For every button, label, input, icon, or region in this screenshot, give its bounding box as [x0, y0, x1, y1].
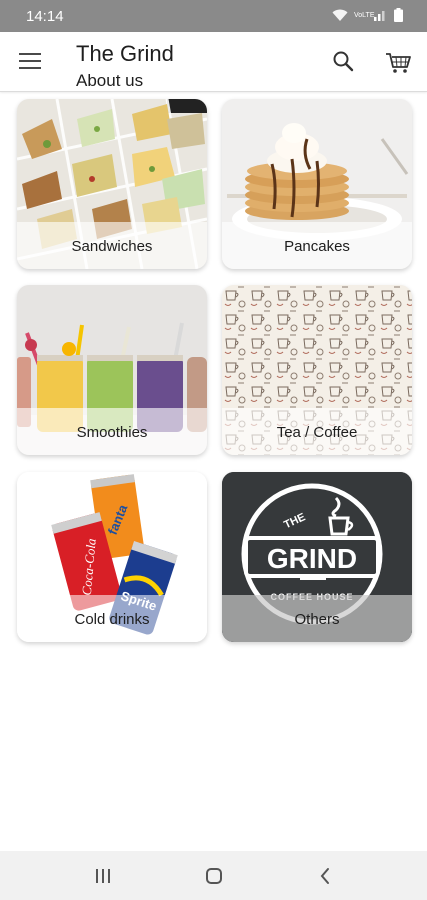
status-time: 14:14 [26, 8, 64, 25]
cart-icon [386, 53, 411, 73]
home-button[interactable] [200, 863, 228, 889]
category-card-cold-drinks[interactable]: fanta Coca-Cola Sprite Cold drinks [17, 472, 207, 642]
cart-button[interactable] [383, 47, 413, 77]
hamburger-menu-icon [19, 53, 41, 69]
category-label: Tea / Coffee [276, 424, 358, 441]
recent-apps-icon [96, 869, 110, 883]
about-us-link[interactable]: About us [76, 71, 143, 91]
search-button[interactable] [330, 48, 358, 76]
recent-apps-button[interactable] [89, 863, 117, 889]
system-nav-bar [0, 851, 427, 900]
category-card-pancakes[interactable]: Pancakes [222, 99, 412, 269]
home-icon [206, 868, 222, 884]
category-label: Sandwiches [71, 238, 153, 255]
status-bar: 14:14 VoLTE [0, 0, 427, 32]
app-bar: The Grind About us [0, 32, 427, 92]
category-card-sandwiches[interactable]: Sandwiches [17, 99, 207, 269]
category-card-smoothies[interactable]: Smoothies [17, 285, 207, 455]
signal-icon [374, 11, 385, 21]
logo-main-text: GRIND [267, 543, 357, 574]
app-title: The Grind [76, 41, 174, 66]
signal-label: VoLTE [354, 11, 375, 19]
category-label: Others [294, 611, 340, 628]
wifi-icon [332, 9, 348, 21]
category-label: Cold drinks [74, 611, 150, 628]
category-label: Smoothies [76, 424, 148, 441]
back-button[interactable] [311, 863, 339, 889]
category-card-tea-coffee[interactable]: Tea / Coffee [222, 285, 412, 455]
back-icon [320, 868, 329, 884]
status-icons: VoLTE [332, 8, 403, 22]
battery-icon [394, 8, 403, 22]
category-card-others[interactable]: THE GRIND COFFEE HOUSE Others [222, 472, 412, 642]
menu-button[interactable] [14, 46, 46, 76]
search-icon [333, 51, 354, 72]
category-label: Pancakes [284, 238, 350, 255]
